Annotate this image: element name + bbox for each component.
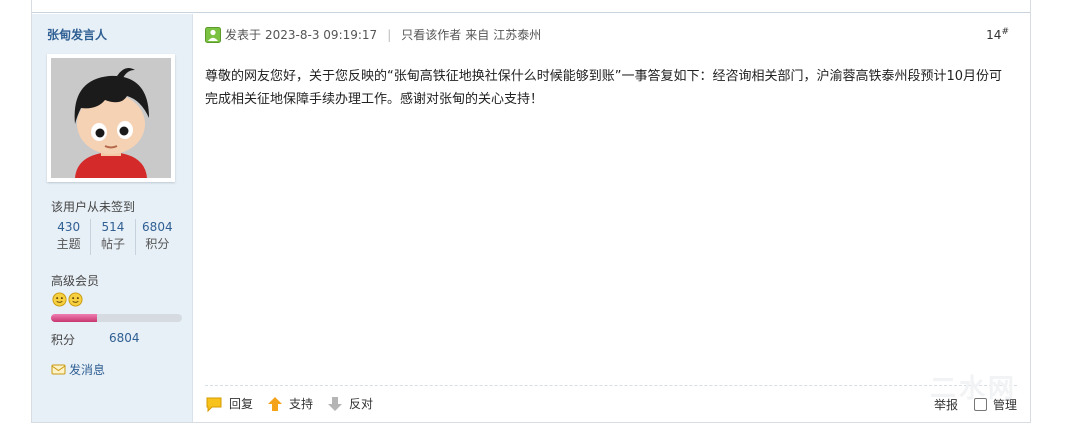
support-label: 支持: [289, 397, 314, 411]
author-sidebar: 张甸发言人 该用户从未签到 430 主题 514 帖子 6804 积分 高级会员…: [32, 14, 193, 422]
oppose-button[interactable]: 反对: [327, 395, 373, 412]
post-main: 发表于 2023-8-3 09:19:17 | 只看该作者 来自 江苏泰州 14…: [205, 14, 1017, 422]
from-label: 来自: [465, 28, 490, 42]
signin-status: 该用户从未签到: [51, 200, 136, 214]
stat-threads[interactable]: 430 主题: [47, 219, 92, 255]
points-progress-fill: [51, 314, 97, 322]
site-watermark: 二水网: [930, 374, 1018, 404]
points-progress-bar: [51, 314, 182, 322]
smiley-icon: [52, 292, 67, 307]
stat-value: 6804: [142, 220, 173, 234]
message-icon: [51, 364, 66, 375]
footer-divider: [205, 385, 1017, 386]
online-status-icon: [205, 26, 221, 43]
send-message-label: 发消息: [69, 363, 106, 377]
post-datetime: 2023-8-3 09:19:17: [265, 27, 378, 42]
stat-value: 430: [57, 220, 81, 234]
reply-label: 回复: [229, 397, 254, 411]
avatar-cartoon-icon: [51, 58, 171, 178]
arrow-up-icon: [268, 396, 283, 411]
smiley-icon: [68, 292, 83, 307]
support-button[interactable]: 支持: [267, 395, 313, 412]
floor-number[interactable]: 14#: [986, 27, 1009, 42]
arrow-down-icon: [328, 396, 343, 411]
reply-button[interactable]: 回复: [205, 395, 253, 412]
rank-stars: [52, 292, 83, 307]
stat-points[interactable]: 6804 积分: [136, 219, 179, 255]
stat-label: 主题: [56, 237, 81, 251]
stat-label: 积分: [145, 237, 170, 251]
post-content: 尊敬的网友您好，关于您反映的“张甸高铁征地换社保什么时候能够到账”一事答复如下：…: [205, 69, 1003, 107]
oppose-label: 反对: [349, 397, 374, 411]
author-name[interactable]: 张甸发言人: [47, 26, 107, 43]
points-label: 积分: [51, 333, 76, 347]
meta-divider: |: [387, 27, 392, 42]
points-value: 6804: [109, 331, 140, 345]
send-message-link[interactable]: 发消息: [51, 361, 105, 378]
stat-label: 帖子: [100, 237, 125, 251]
stat-posts[interactable]: 514 帖子: [91, 219, 136, 255]
post-location: 江苏泰州: [493, 28, 542, 42]
user-stats: 430 主题 514 帖子 6804 积分: [47, 219, 179, 255]
author-only-link[interactable]: 只看该作者: [401, 26, 461, 43]
user-group[interactable]: 高级会员: [51, 272, 99, 289]
floor-mark: #: [1001, 27, 1009, 37]
avatar[interactable]: [47, 54, 175, 182]
floor-value: 14: [986, 28, 1002, 42]
stat-value: 514: [101, 220, 125, 234]
posted-prefix: 发表于: [225, 28, 262, 42]
post-actions: 回复 支持 反对: [205, 395, 387, 412]
reply-bubble-icon: [206, 397, 222, 412]
post-meta: 发表于 2023-8-3 09:19:17 | 只看该作者 来自 江苏泰州: [205, 26, 541, 43]
